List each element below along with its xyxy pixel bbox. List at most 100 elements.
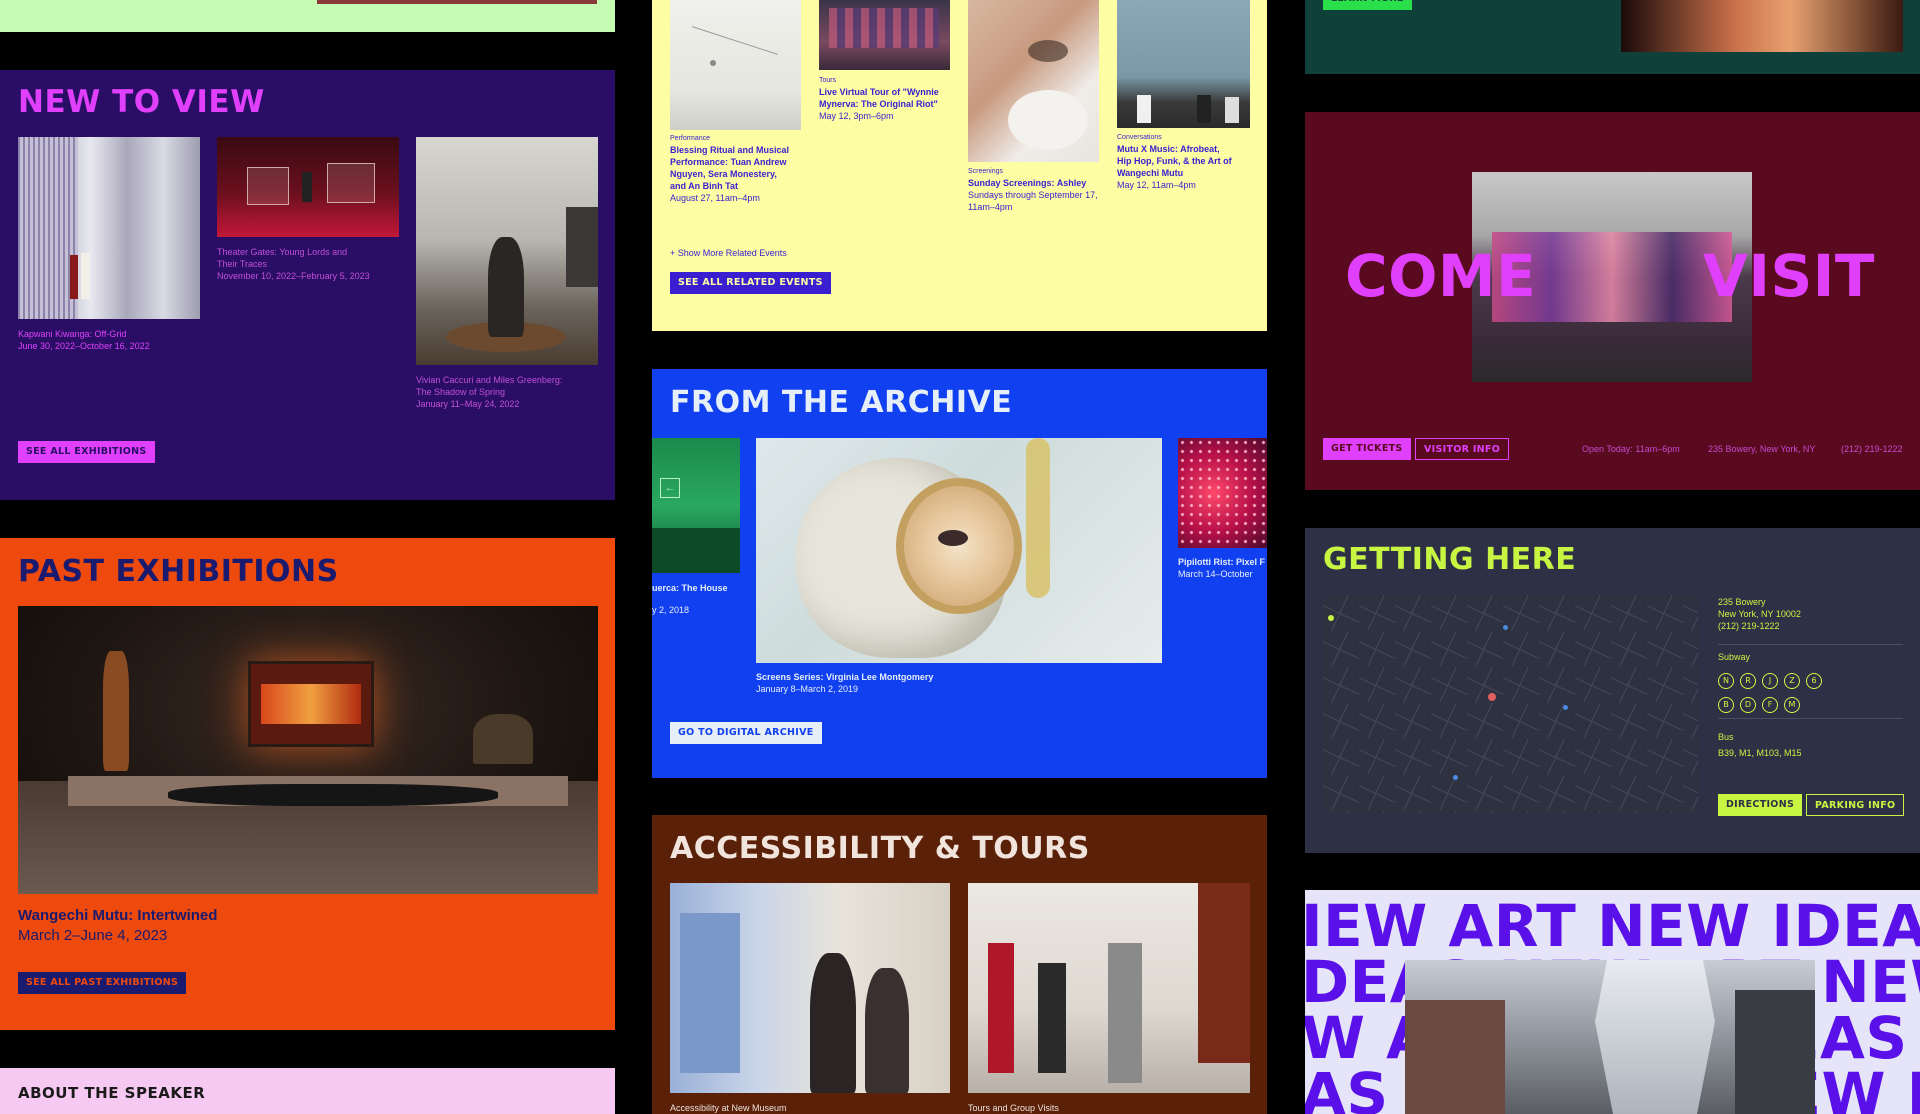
go-to-digital-archive-button[interactable]: GO TO DIGITAL ARCHIVE xyxy=(670,722,822,744)
archive-date: March 14–October xyxy=(1178,569,1253,579)
event-title[interactable]: Nguyen, Sera Monestery, xyxy=(670,168,805,180)
map-pin-icon xyxy=(1488,693,1496,701)
event-title[interactable]: Mutu X Music: Afrobeat, xyxy=(1117,143,1262,155)
marquee-row: IEW ART NEW IDEAS N xyxy=(1305,892,1920,960)
related-events-card: Performance Blessing Ritual and Musical … xyxy=(652,0,1267,331)
divider xyxy=(1718,718,1903,719)
event-date: August 27, 11am–4pm xyxy=(670,193,760,203)
event-image[interactable] xyxy=(968,0,1099,162)
event-title[interactable]: Hip Hop, Funk, & the Art of xyxy=(1117,155,1262,167)
subway-label: Subway xyxy=(1718,652,1751,662)
event-date: May 12, 11am–4pm xyxy=(1117,180,1196,190)
building-image xyxy=(1405,960,1815,1114)
event-title[interactable]: Performance: Tuan Andrew xyxy=(670,156,805,168)
exhibition-dates: November 10, 2022–February 5, 2023 xyxy=(217,271,370,281)
subway-line-badge: N xyxy=(1718,673,1734,689)
subway-line-badge: J xyxy=(1762,673,1778,689)
exhibition-title[interactable]: Theater Gates: Young Lords and xyxy=(217,246,399,258)
section-title: NEW TO VIEW xyxy=(18,84,265,120)
event-category: Conversations xyxy=(1117,134,1162,141)
phone-line: (212) 219-1222 xyxy=(1718,621,1780,631)
event-title[interactable]: Wangechi Mutu xyxy=(1117,167,1262,179)
exhibition-dates: June 30, 2022–October 16, 2022 xyxy=(18,341,150,351)
event-image[interactable] xyxy=(1117,0,1250,128)
event-category: Tours xyxy=(819,77,837,84)
archive-caption[interactable]: uerca: The House xyxy=(652,582,747,594)
section-title: GETTING HERE xyxy=(1323,542,1577,577)
map[interactable] xyxy=(1323,595,1698,813)
promo-image[interactable] xyxy=(1621,0,1903,52)
exhibition-title[interactable]: Their Traces xyxy=(217,258,399,270)
getting-here-card: GETTING HERE 235 Bowery New York, NY 100… xyxy=(1305,528,1920,853)
parking-info-button[interactable]: PARKING INFO xyxy=(1806,794,1905,816)
get-tickets-button[interactable]: GET TICKETS xyxy=(1323,438,1411,460)
see-all-exhibitions-button[interactable]: SEE ALL EXHIBITIONS xyxy=(18,441,155,463)
event-title[interactable]: Sunday Screenings: Ashley xyxy=(968,177,1108,189)
archive-date: January 8–March 2, 2019 xyxy=(756,684,859,694)
phone-text: (212) 219-1222 xyxy=(1841,444,1903,454)
archive-image[interactable] xyxy=(1178,438,1267,548)
event-date: May 12, 3pm–6pm xyxy=(819,111,894,121)
come-visit-card: COME VISIT GET TICKETS VISITOR INFO Open… xyxy=(1305,112,1920,490)
subway-line-badge: Z xyxy=(1784,673,1800,689)
past-exhibitions-card: PAST EXHIBITIONS Wangechi Mutu: Intertwi… xyxy=(0,538,615,1030)
address-line: New York, NY 10002 xyxy=(1718,609,1801,619)
exhibition-image[interactable] xyxy=(217,137,399,237)
subway-line-badge: M xyxy=(1784,697,1800,713)
top-right-card: LEARN MORE xyxy=(1305,0,1920,74)
section-title: ABOUT THE SPEAKER xyxy=(18,1084,206,1102)
archive-caption[interactable]: Screens Series: Virginia Lee Montgomery xyxy=(756,671,1162,683)
see-all-past-exhibitions-button[interactable]: SEE ALL PAST EXHIBITIONS xyxy=(18,972,187,994)
subway-lines-row: BDFM xyxy=(1718,694,1806,713)
exhibition-image[interactable] xyxy=(18,137,200,319)
top-left-green-card xyxy=(0,0,615,32)
archive-caption[interactable]: Pipilotti Rist: Pixel F xyxy=(1178,556,1267,568)
archive-card: FROM THE ARCHIVE ← uerca: The House y 2,… xyxy=(652,369,1267,778)
subway-line-badge: B xyxy=(1718,697,1734,713)
archive-date: y 2, 2018 xyxy=(652,605,690,615)
exhibition-image[interactable] xyxy=(18,606,598,894)
address-text: 235 Bowery, New York, NY xyxy=(1708,444,1816,454)
event-category: Screenings xyxy=(968,168,1004,175)
event-category: Performance xyxy=(670,135,711,142)
exhibition-title[interactable]: Kapwani Kiwanga: Off-Grid xyxy=(18,328,200,340)
archive-image[interactable] xyxy=(756,438,1162,663)
section-title: ACCESSIBILITY & TOURS xyxy=(670,831,1090,866)
archive-image[interactable]: ← xyxy=(652,438,740,573)
event-title[interactable]: Mynerva: The Original Riot" xyxy=(819,98,959,110)
section-title: FROM THE ARCHIVE xyxy=(670,385,1013,420)
address-line: 235 Bowery xyxy=(1718,597,1766,607)
bus-label: Bus xyxy=(1718,732,1734,742)
visitor-info-button[interactable]: VISITOR INFO xyxy=(1415,438,1510,460)
show-more-events-link[interactable]: + Show More Related Events xyxy=(670,248,787,258)
directions-button[interactable]: DIRECTIONS xyxy=(1718,794,1803,816)
event-date: Sundays through September 17, 11am–4pm xyxy=(968,190,1098,212)
tours-image[interactable] xyxy=(968,883,1250,1093)
tours-caption[interactable]: Tours and Group Visits xyxy=(968,1103,1059,1113)
accessibility-caption[interactable]: Accessibility at New Museum xyxy=(670,1103,787,1113)
event-image[interactable] xyxy=(670,0,801,130)
visit-heading-right: VISIT xyxy=(1703,242,1875,310)
divider xyxy=(1718,644,1903,645)
exhibition-image[interactable] xyxy=(416,137,598,365)
event-title[interactable]: Blessing Ritual and Musical xyxy=(670,144,805,156)
accessibility-image[interactable] xyxy=(670,883,950,1093)
exhibition-title[interactable]: Wangechi Mutu: Intertwined xyxy=(18,906,217,926)
accessibility-card: ACCESSIBILITY & TOURS Accessibility at N… xyxy=(652,815,1267,1114)
arrow-left-icon[interactable]: ← xyxy=(660,478,680,498)
subway-line-badge: 6 xyxy=(1806,673,1822,689)
exhibition-title[interactable]: Vivian Caccuri and Miles Greenberg: xyxy=(416,374,606,386)
about-speaker-card: ABOUT THE SPEAKER xyxy=(0,1068,615,1114)
subway-line-badge: R xyxy=(1740,673,1756,689)
exhibition-dates: March 2–June 4, 2023 xyxy=(18,927,168,944)
learn-more-button[interactable]: LEARN MORE xyxy=(1323,0,1412,10)
subway-line-badge: F xyxy=(1762,697,1778,713)
hours-text: Open Today: 11am–6pm xyxy=(1582,444,1680,454)
event-image[interactable] xyxy=(819,0,950,70)
see-all-related-events-button[interactable]: SEE ALL RELATED EVENTS xyxy=(670,272,831,294)
exhibition-title[interactable]: The Shadow of Spring xyxy=(416,386,606,398)
new-to-view-card: NEW TO VIEW Kapwani Kiwanga: Off-Grid Ju… xyxy=(0,70,615,500)
event-title[interactable]: Live Virtual Tour of "Wynnie xyxy=(819,86,959,98)
visit-heading-left: COME xyxy=(1345,242,1537,310)
event-title[interactable]: and An Binh Tat xyxy=(670,180,805,192)
